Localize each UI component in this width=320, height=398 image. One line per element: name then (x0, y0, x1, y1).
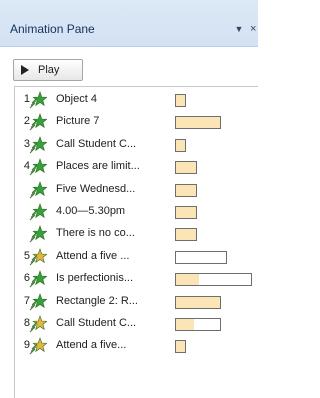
animation-list-item[interactable]: 8 Call Student C... (15, 313, 258, 335)
play-button-label: Play (38, 64, 60, 76)
timing-bar-fill (176, 296, 220, 308)
animation-item-label: Picture 7 (56, 115, 100, 128)
timing-bar-fill (176, 162, 196, 174)
entrance-star-icon (29, 113, 48, 131)
pane-title: Animation Pane (10, 22, 95, 36)
timing-bar[interactable] (175, 116, 221, 130)
play-icon (21, 65, 29, 75)
entrance-star-icon (29, 180, 48, 199)
timing-bar-fill (176, 95, 185, 106)
animation-item-label: Rectangle 2: R... (56, 294, 138, 307)
timing-bar[interactable] (175, 138, 186, 152)
play-button[interactable]: Play (13, 59, 83, 81)
pane-options-dropdown-icon[interactable]: ▼ (232, 22, 246, 36)
entrance-star-icon (29, 225, 48, 243)
animation-item-label: Attend a five ... (56, 249, 130, 262)
timing-bar[interactable] (175, 183, 197, 197)
timing-bar[interactable] (175, 273, 252, 287)
emphasis-star-icon (29, 337, 48, 355)
pane-toolbar: Play (0, 47, 258, 83)
animation-item-label: There is no co... (56, 227, 135, 240)
animation-list-item[interactable]: 5 Attend a five ... (15, 246, 258, 268)
timing-bar[interactable] (175, 295, 221, 309)
animation-list-item[interactable]: 3 Call Student C... (15, 134, 258, 156)
animation-list-item[interactable]: 4.00—5.30pm (15, 201, 258, 223)
timing-bar[interactable] (175, 161, 197, 175)
animation-list-item[interactable]: 6 Is perfectionis... (15, 268, 258, 290)
timing-bar-fill (176, 117, 220, 129)
entrance-star-icon (29, 292, 48, 311)
timing-bar-fill (176, 341, 185, 353)
animation-list-item[interactable]: 2 Picture 7 (15, 111, 258, 133)
entrance-star-icon (29, 203, 48, 221)
timing-bar[interactable] (175, 250, 227, 264)
animation-list-item[interactable]: There is no co... (15, 223, 258, 245)
close-icon[interactable]: × (250, 22, 258, 36)
timing-bar[interactable] (175, 94, 186, 107)
animation-list-item[interactable]: 9 Attend a five... (15, 335, 258, 357)
animation-pane: Animation Pane ▼ × Play 1 Object 4 2 Pictur… (0, 0, 258, 398)
animation-item-label: Is perfectionis... (56, 272, 134, 285)
animation-list-item[interactable]: 4 Places are limit... (15, 156, 258, 178)
animation-list-item[interactable]: 1 Object 4 (15, 89, 258, 111)
emphasis-star-icon (29, 315, 48, 333)
pane-title-bar: Animation Pane ▼ × (0, 0, 258, 47)
animation-item-label: Attend a five... (56, 339, 127, 352)
entrance-star-icon (29, 135, 48, 154)
entrance-star-icon (29, 158, 48, 176)
animation-list-item[interactable]: Five Wednesd... (15, 179, 258, 201)
entrance-star-icon (29, 270, 48, 288)
animation-item-label: Five Wednesd... (56, 182, 136, 195)
entrance-star-icon (29, 91, 48, 109)
timing-bar[interactable] (175, 206, 197, 219)
animation-item-label: Places are limit... (56, 160, 140, 173)
timing-bar-fill (176, 184, 196, 196)
timing-bar[interactable] (175, 228, 197, 242)
timing-bar-fill (176, 229, 196, 241)
animation-list-item[interactable]: 7 Rectangle 2: R... (15, 291, 258, 313)
timing-bar-fill (176, 274, 199, 286)
emphasis-star-icon (29, 247, 48, 266)
timing-bar-fill (176, 207, 196, 218)
timing-bar[interactable] (175, 340, 186, 354)
timing-bar-fill (176, 319, 194, 330)
timing-bar-fill (176, 139, 185, 151)
animation-item-label: Call Student C... (56, 137, 137, 150)
timing-bar[interactable] (175, 318, 221, 331)
animation-item-label: Object 4 (56, 93, 97, 105)
animation-list[interactable]: 1 Object 4 2 Picture 7 3 Call Student C... 4 Pl… (14, 86, 258, 398)
animation-item-label: Call Student C... (56, 317, 137, 329)
animation-item-label: 4.00—5.30pm (56, 205, 126, 217)
